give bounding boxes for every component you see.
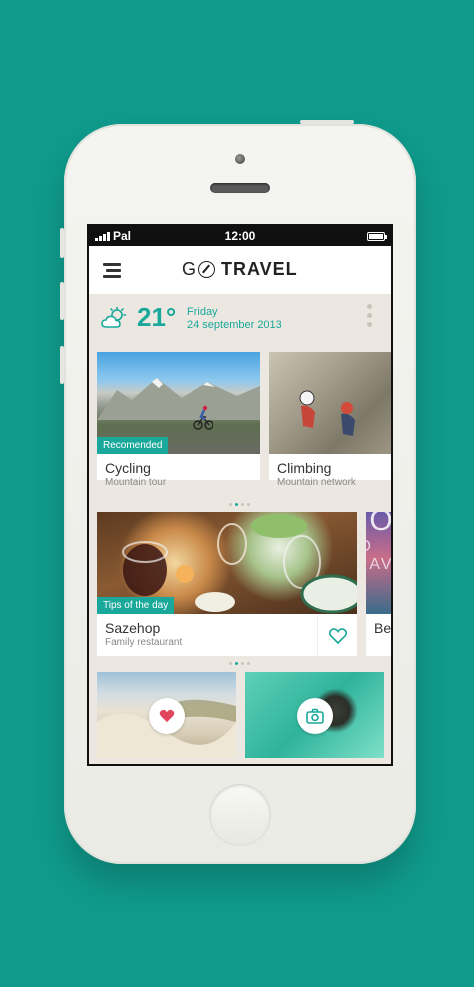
card-climbing[interactable]: Climbing Mountain network: [269, 352, 391, 488]
earpiece-speaker: [210, 183, 270, 193]
phone-volume-down: [60, 346, 64, 384]
climbers-figure: [299, 390, 355, 436]
compass-icon: [198, 261, 216, 278]
cyclist-figure: [193, 405, 213, 430]
front-camera: [235, 154, 245, 164]
date-block: Friday 24 september 2013: [187, 306, 282, 332]
signal-icon: [95, 231, 110, 241]
phone-mute-switch: [60, 228, 64, 258]
camera-icon: [306, 708, 324, 724]
card-sazehop[interactable]: Tips of the day Sazehop Family restauran…: [97, 512, 357, 656]
mountain-scenery: [97, 378, 260, 420]
card-title: Cycling: [105, 460, 151, 476]
card-subtitle: Mountain network: [277, 477, 356, 488]
more-options-icon[interactable]: [367, 304, 373, 331]
card-cycling[interactable]: Recomended Cycling Mountain tour: [97, 352, 260, 488]
pager-dot[interactable]: [241, 503, 244, 506]
partly-cloudy-icon: [101, 307, 127, 328]
pager-dot[interactable]: [229, 662, 232, 665]
pager-dot[interactable]: [247, 503, 250, 506]
seal-photo: [245, 672, 384, 758]
pager-dot[interactable]: [241, 662, 244, 665]
battery-icon: [367, 231, 387, 241]
home-button[interactable]: [209, 784, 271, 846]
temperature: 21°: [137, 302, 177, 332]
logo-go-g: G: [182, 259, 198, 279]
menu-icon[interactable]: [103, 263, 121, 278]
card-title: Be: [374, 620, 392, 636]
weather-date: 24 september 2013: [187, 319, 282, 331]
card-seal[interactable]: [245, 672, 384, 758]
phone-volume-up: [60, 282, 64, 320]
app-header: G TRAVEL: [89, 246, 391, 294]
partial-photo: GO GO TRAV: [366, 512, 393, 614]
carrier-group: Pal: [95, 229, 131, 243]
card-title: Climbing: [277, 460, 332, 476]
pager-dot[interactable]: [247, 662, 250, 665]
tip-of-day-tag: Tips of the day: [97, 597, 175, 614]
favorite-button[interactable]: [317, 616, 357, 656]
phone-power-button: [300, 120, 354, 124]
carrier-name: Pal: [113, 229, 132, 243]
cycling-photo: Recomended: [97, 352, 260, 454]
dunes-photo: [97, 672, 236, 758]
status-time: 12:00: [224, 229, 256, 243]
heart-outline-icon: [328, 628, 347, 644]
row-restaurants: Tips of the day Sazehop Family restauran…: [97, 512, 393, 656]
pager-dot[interactable]: [229, 503, 232, 506]
logo-go: G: [182, 259, 216, 280]
climbing-photo: [269, 352, 391, 454]
like-button[interactable]: [149, 698, 185, 734]
pager-dot[interactable]: [235, 503, 238, 506]
camera-button[interactable]: [297, 698, 333, 734]
restaurant-photo: Tips of the day: [97, 512, 357, 614]
row-gallery: [97, 672, 384, 758]
app-logo: G TRAVEL: [182, 259, 298, 280]
card-dunes[interactable]: [97, 672, 236, 758]
row-activities: Recomended Cycling Mountain tour Climbin…: [97, 352, 391, 488]
pager-dots-row1[interactable]: [229, 503, 250, 506]
weather-day: Friday: [187, 306, 218, 318]
watermark-go: GO: [366, 512, 393, 537]
logo-travel: TRAVEL: [221, 259, 298, 279]
card-subtitle: Mountain tour: [105, 477, 167, 488]
app-screen: Pal 12:00 G TRAVEL 21° Friday 24 septemb…: [87, 224, 393, 766]
pager-dots-row2[interactable]: [229, 662, 250, 665]
pager-dot[interactable]: [235, 662, 238, 665]
heart-filled-icon: [159, 709, 175, 723]
weather-bar: 21° Friday 24 september 2013: [89, 294, 391, 344]
recommended-tag: Recomended: [97, 437, 169, 454]
card-partial[interactable]: GO GO TRAV Be: [366, 512, 393, 656]
status-bar: Pal 12:00: [89, 226, 391, 246]
watermark-text: GO TRAV: [366, 538, 393, 573]
